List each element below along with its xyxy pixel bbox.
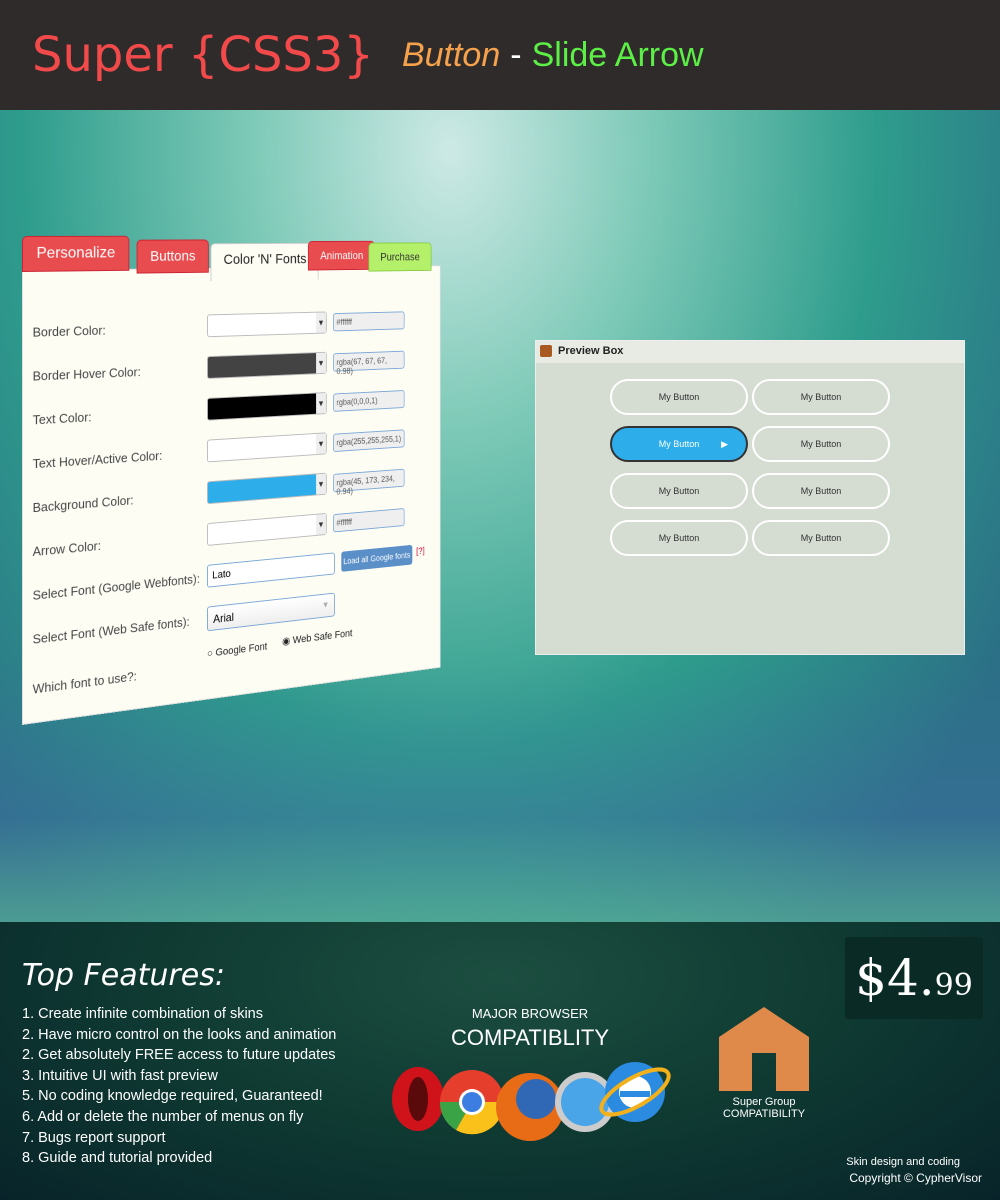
label: Text Color: (32, 409, 92, 428)
feature-item: 2. Get absolutely FREE access to future … (22, 1047, 336, 1064)
color-picker[interactable]: ▼ (207, 311, 327, 338)
preview-button[interactable]: My Button (610, 520, 748, 556)
label: Select Font (Google Webfonts): (32, 571, 200, 603)
label: Arrow Color: (32, 538, 102, 560)
tab-purchase[interactable]: Purchase (368, 242, 432, 272)
preview-header: Preview Box (536, 341, 964, 363)
tab-personalize[interactable]: Personalize (22, 235, 129, 272)
color-value-field[interactable]: rgba(0,0,0,1) (333, 390, 405, 412)
button-label: My Button (658, 439, 700, 449)
features-section: Top Features: 1. Create infinite combina… (0, 922, 1000, 1200)
group-line1: Super Group (732, 1096, 796, 1108)
radio-label: Web Safe Font (292, 627, 353, 647)
load-google-fonts-button[interactable]: Load all Google fonts (341, 544, 413, 572)
color-row-border: Border Color: ▼ #ffffff (33, 309, 448, 349)
browser-icons (392, 1062, 671, 1141)
dropdown-arrow-icon[interactable]: ▼ (316, 433, 326, 455)
preview-box: Preview Box My Button My Button My Butto… (535, 340, 965, 655)
label: Border Hover Color: (32, 364, 141, 384)
preview-title: Preview Box (558, 345, 624, 357)
preview-button[interactable]: My Button (752, 520, 890, 556)
feature-item: 8. Guide and tutorial provided (22, 1150, 213, 1167)
color-value-field[interactable]: rgba(67, 67, 67, 0.98) (333, 350, 405, 376)
features-title: Top Features: (22, 958, 225, 993)
panel-body: Border Color: ▼ #ffffff Border Hover Color… (22, 265, 441, 725)
color-picker[interactable]: ▼ (207, 472, 327, 505)
preview-button[interactable]: My Button (752, 426, 890, 462)
tab-bar: Personalize Buttons Color 'N' Fonts Anim… (22, 230, 441, 290)
label: Select Font (Web Safe fonts): (32, 614, 190, 647)
color-row-border-hover: Border Hover Color: ▼ rgba(67, 67, 67, 0.9… (33, 347, 448, 392)
title-separator: - (510, 35, 522, 74)
browser-compat: MAJOR BROWSER COMPATIBLITY (430, 1006, 630, 1051)
preview-button[interactable]: My Button (610, 379, 748, 415)
color-picker[interactable]: ▼ (207, 432, 327, 463)
label: Which font to use?: (32, 668, 137, 697)
group-compat: Super Group COMPATIBILITY (700, 1096, 828, 1120)
preview-button-active[interactable]: My Button ▶ (610, 426, 748, 462)
dropdown-arrow-icon[interactable]: ▼ (316, 513, 326, 535)
preview-button[interactable]: My Button (752, 473, 890, 509)
feature-item: 3. Intuitive UI with fast preview (22, 1067, 218, 1084)
dropdown-arrow-icon[interactable]: ▼ (316, 352, 326, 374)
preview-icon (540, 345, 552, 357)
features-list: 1. Create infinite combination of skins … (22, 1004, 336, 1169)
color-value-field[interactable]: rgba(255,255,255,1) (333, 429, 405, 453)
house-icon (719, 1007, 809, 1091)
label: Background Color: (32, 492, 134, 516)
feature-item: 1. Create infinite combination of skins (22, 1006, 263, 1022)
label: Text Hover/Active Color: (32, 448, 163, 472)
credits: Skin design and coding Copyright © Cyphe… (846, 1154, 982, 1186)
radio-label: Google Font (215, 641, 268, 659)
preview-button[interactable]: My Button (610, 473, 748, 509)
color-value-field[interactable]: #ffffff (333, 311, 405, 332)
title-sub: Slide Arrow (531, 35, 704, 74)
feature-item: 6. Add or delete the number of menus on … (22, 1108, 304, 1125)
group-line2: COMPATIBILITY (722, 1108, 806, 1120)
price-badge: $4.99 (845, 937, 983, 1019)
tab-buttons[interactable]: Buttons (136, 239, 209, 274)
websafe-font-select[interactable]: Arial ▼ (207, 592, 335, 632)
feature-item: 5. No coding knowledge required, Guarant… (22, 1088, 323, 1105)
dropdown-arrow-icon[interactable]: ▼ (316, 312, 326, 333)
color-picker[interactable]: ▼ (207, 351, 327, 379)
slide-arrow-icon: ▶ (721, 439, 728, 449)
label: Border Color: (32, 322, 106, 340)
header: Super {CSS3} Button - Slide Arrow (0, 0, 1000, 110)
settings-panel: Personalize Buttons Color 'N' Fonts Anim… (22, 230, 441, 725)
price-cents: 99 (934, 968, 973, 1003)
color-value-field[interactable]: rgba(45, 173, 234, 0.94) (333, 468, 405, 497)
tab-color-n-fonts[interactable]: Color 'N' Fonts (210, 242, 319, 282)
dropdown-arrow-icon[interactable]: ▼ (316, 473, 326, 495)
credit-line1: Skin design and coding (846, 1156, 960, 1168)
feature-item: 2. Have micro control on the looks and a… (22, 1026, 337, 1043)
dropdown-arrow-icon[interactable]: ▼ (316, 393, 326, 414)
credit-line2: Copyright © CypherVisor (849, 1171, 982, 1185)
help-link[interactable]: [?] (416, 546, 425, 557)
title-button: Button (401, 35, 501, 74)
price-dollars: $4. (855, 949, 935, 1007)
color-picker[interactable]: ▼ (207, 392, 327, 421)
brand-title: Super {CSS3} (32, 27, 374, 83)
preview-button[interactable]: My Button (752, 379, 890, 415)
select-value: Arial (213, 610, 234, 626)
radio-web-safe-font[interactable]: ◉ Web Safe Font (282, 627, 352, 648)
color-picker[interactable]: ▼ (207, 512, 327, 546)
color-value-field[interactable]: #ffffff (333, 508, 405, 533)
radio-google-font[interactable]: ○ Google Font (207, 641, 267, 660)
compat-line1: MAJOR BROWSER (471, 1006, 589, 1021)
tab-animation[interactable]: Animation (307, 240, 376, 271)
feature-item: 7. Bugs report support (22, 1129, 166, 1146)
chevron-down-icon: ▼ (321, 599, 330, 610)
google-font-input[interactable]: Lato (207, 552, 335, 588)
